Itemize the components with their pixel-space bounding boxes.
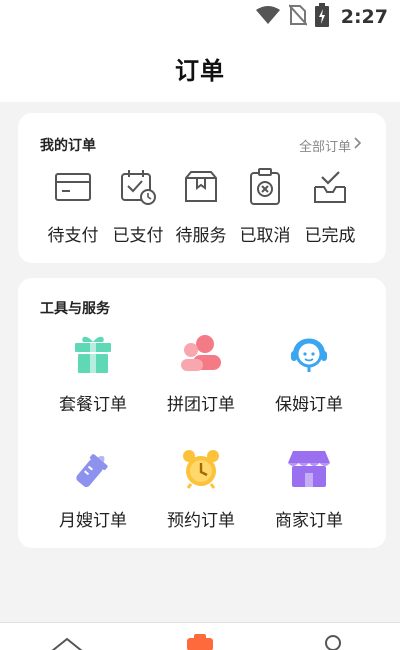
alarm-clock-icon: [178, 446, 224, 492]
tool-package-orders[interactable]: 套餐订单: [43, 330, 143, 415]
chevron-right-icon: [354, 137, 362, 153]
user-icon: [321, 629, 345, 650]
my-orders-card: 我的订单 全部订单 待支付 已支付 待服务 已取消 已完成: [18, 113, 386, 263]
nav-tab-orders[interactable]: [180, 629, 220, 650]
order-status-label: 已支付: [112, 226, 164, 246]
order-status-label: 已完成: [304, 226, 356, 246]
orders-icon: [184, 629, 216, 650]
group-icon: [178, 330, 224, 376]
tool-label: 预约订单: [167, 511, 235, 531]
no-sim-icon: [287, 4, 308, 30]
tool-label: 拼团订单: [167, 395, 235, 415]
order-status-label: 待支付: [47, 226, 99, 246]
order-status-completed[interactable]: 已完成: [295, 167, 365, 246]
order-status-pending-service[interactable]: 待服务: [166, 167, 236, 246]
calendar-clock-icon: [118, 167, 158, 207]
all-orders-link[interactable]: 全部订单: [299, 136, 362, 155]
title-bar: 订单: [0, 34, 400, 102]
shop-icon: [286, 446, 332, 492]
tool-maternity-nurse-orders[interactable]: 月嫂订单: [43, 446, 143, 531]
tool-nanny-orders[interactable]: 保姆订单: [259, 330, 359, 415]
bottom-nav: [0, 622, 400, 650]
bottle-icon: [70, 446, 116, 492]
order-status-label: 已取消: [239, 226, 291, 246]
order-status-label: 待服务: [175, 226, 227, 246]
battery-charging-icon: [314, 3, 329, 31]
order-status-paid[interactable]: 已支付: [103, 167, 173, 246]
status-time: 2:27: [340, 6, 388, 28]
cancelled-icon: [245, 167, 285, 207]
status-bar: 2:27: [0, 0, 400, 34]
box-icon: [181, 167, 221, 207]
tool-label: 保姆订单: [275, 395, 343, 415]
wifi-icon: [255, 5, 281, 29]
tools-card: 工具与服务 套餐订单 拼团订单 保姆订单 月嫂订单 预约订单 商家订单: [18, 278, 386, 548]
card-icon: [53, 167, 93, 207]
tool-merchant-orders[interactable]: 商家订单: [259, 446, 359, 531]
gift-icon: [70, 330, 116, 376]
nav-tab-home[interactable]: [47, 629, 87, 650]
order-status-cancelled[interactable]: 已取消: [230, 167, 300, 246]
my-orders-label: 我的订单: [40, 138, 96, 154]
home-icon: [49, 629, 85, 650]
all-orders-label: 全部订单: [298, 139, 351, 155]
my-orders-header: 我的订单 全部订单: [40, 135, 362, 155]
tool-label: 月嫂订单: [59, 511, 127, 531]
tool-appointment-orders[interactable]: 预约订单: [151, 446, 251, 531]
page-title: 订单: [175, 56, 225, 85]
nanny-icon: [286, 330, 332, 376]
order-status-row: 待支付 已支付 待服务 已取消 已完成: [18, 167, 386, 251]
order-status-pending-payment[interactable]: 待支付: [38, 167, 108, 246]
tools-label: 工具与服务: [40, 301, 110, 317]
tool-label: 套餐订单: [59, 395, 127, 415]
nav-tab-profile[interactable]: [313, 629, 353, 650]
inbox-check-icon: [310, 167, 350, 207]
tool-label: 商家订单: [275, 511, 343, 531]
tool-group-buy-orders[interactable]: 拼团订单: [151, 330, 251, 415]
